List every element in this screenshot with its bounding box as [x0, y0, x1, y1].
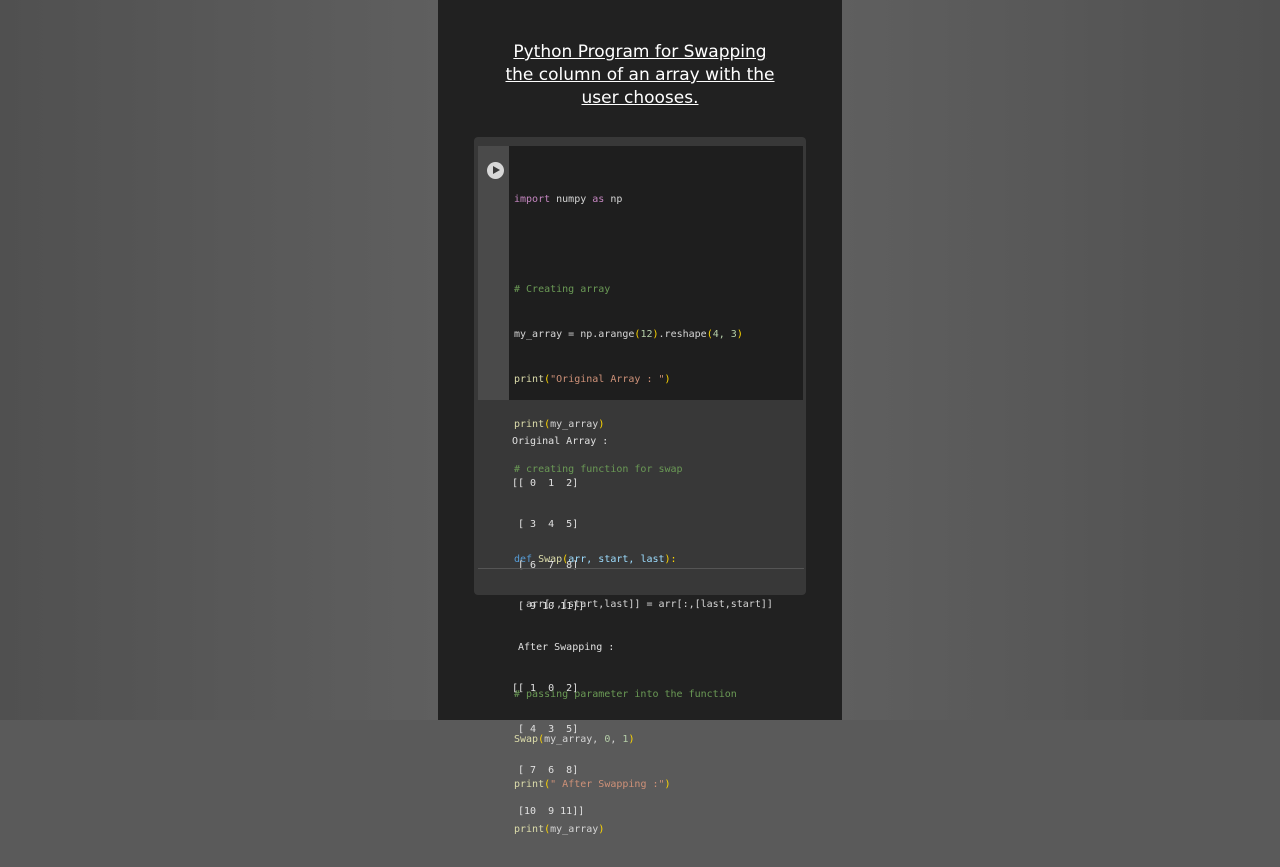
output-line: [[ 0 1 2] [512, 477, 579, 489]
code-line-4: my_array = np.arange(12).reshape(4, 3) [514, 329, 743, 340]
title-line-1: Python Program for Swapping [513, 42, 767, 62]
page-title: Python Program for Swapping the column o… [438, 41, 842, 110]
output-line: [ 6 7 8] [512, 559, 579, 571]
output-line: [ 4 3 5] [512, 724, 579, 736]
title-line-2: the column of an array with the [505, 65, 775, 85]
code-line-1: import numpy as np [514, 194, 623, 205]
output-line: After Swapping : [512, 641, 615, 653]
cell-divider [478, 568, 804, 569]
output-line: [ 3 4 5] [512, 518, 579, 530]
code-comment: # Creating array [514, 284, 611, 295]
title-line-3: user chooses. [581, 88, 699, 108]
left-background [0, 0, 438, 720]
cell-output: Original Array : [[ 0 1 2] [ 3 4 5] [ 6 … [512, 408, 614, 846]
output-line: [ 7 6 8] [512, 765, 579, 777]
notebook-cell: import numpy as np # Creating array my_a… [474, 137, 806, 835]
cell-gutter [478, 146, 509, 400]
output-line: [[ 1 0 2] [512, 682, 579, 694]
play-circle-icon[interactable] [487, 162, 504, 179]
video-frame: Python Program for Swapping the column o… [438, 0, 842, 835]
right-background [842, 0, 1280, 720]
output-line: Original Array : [512, 436, 609, 448]
output-line: [10 9 11]] [512, 806, 585, 818]
code-line-5: print("Original Array : ") [514, 374, 671, 385]
output-line: [ 9 10 11]] [512, 600, 585, 612]
code-editor[interactable]: import numpy as np # Creating array my_a… [509, 146, 803, 835]
